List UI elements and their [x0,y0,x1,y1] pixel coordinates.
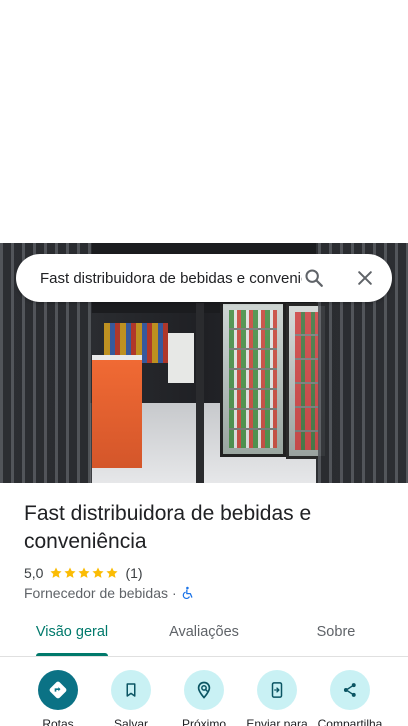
directions-circle [38,670,78,710]
photo-pole [196,303,204,483]
tab-reviews[interactable]: Avaliações [156,612,252,654]
action-label: Enviar para [246,717,308,726]
share-icon [343,683,356,697]
photo-back-door [168,333,194,383]
star-icon [50,567,63,578]
review-count: (1) [125,565,143,581]
active-tab-indicator [36,653,108,656]
save-button[interactable]: Salvar [91,670,171,726]
search-input[interactable]: Fast distribuidora de bebidas e conveniê… [40,270,302,287]
place-category: Fornecedor de bebidas [24,585,168,601]
rating-row[interactable]: 5,0 (1) [24,564,143,582]
directions-icon [49,681,67,699]
star-rating [49,566,119,580]
star-icon [78,567,91,578]
category-row: Fornecedor de bebidas · [24,584,195,602]
tab-overview[interactable]: Visão geral [24,612,120,654]
wheelchair-accessible-icon [182,586,193,599]
action-buttons-row: Rotas Salvar Próximo Enviar para Compart… [0,667,408,726]
tab-about[interactable]: Sobre [288,612,384,654]
share-button[interactable]: Compartilha [310,670,390,726]
search-bar[interactable]: Fast distribuidora de bebidas e conveniê… [16,254,392,302]
star-icon [106,567,119,578]
close-icon [358,271,372,285]
directions-button[interactable]: Rotas [18,670,98,726]
place-title: Fast distribuidora de bebidas e conveniê… [24,502,312,553]
search-icon [305,269,323,287]
action-label: Compartilha [317,717,383,726]
action-label: Rotas [42,717,74,726]
bookmark-icon [126,683,136,697]
send-to-phone-circle [257,670,297,710]
nearby-circle [184,670,224,710]
star-icon [92,567,105,578]
photo-fridge [220,301,286,457]
clear-search-button[interactable] [353,266,377,290]
rating-value: 5,0 [24,565,44,581]
share-circle [330,670,370,710]
send-to-phone-icon [271,682,283,698]
action-label: Próximo [181,717,226,726]
photo-counter [92,355,142,468]
save-circle [111,670,151,710]
star-icon [64,567,77,578]
nearby-button[interactable]: Próximo [164,670,244,726]
action-label: Salvar [113,717,148,726]
search-button[interactable] [302,266,326,290]
separator-dot: · [172,585,177,601]
place-tabs: Visão geral Avaliações Sobre [0,612,408,657]
nearby-icon [197,681,211,699]
send-to-phone-button[interactable]: Enviar para [237,670,317,726]
